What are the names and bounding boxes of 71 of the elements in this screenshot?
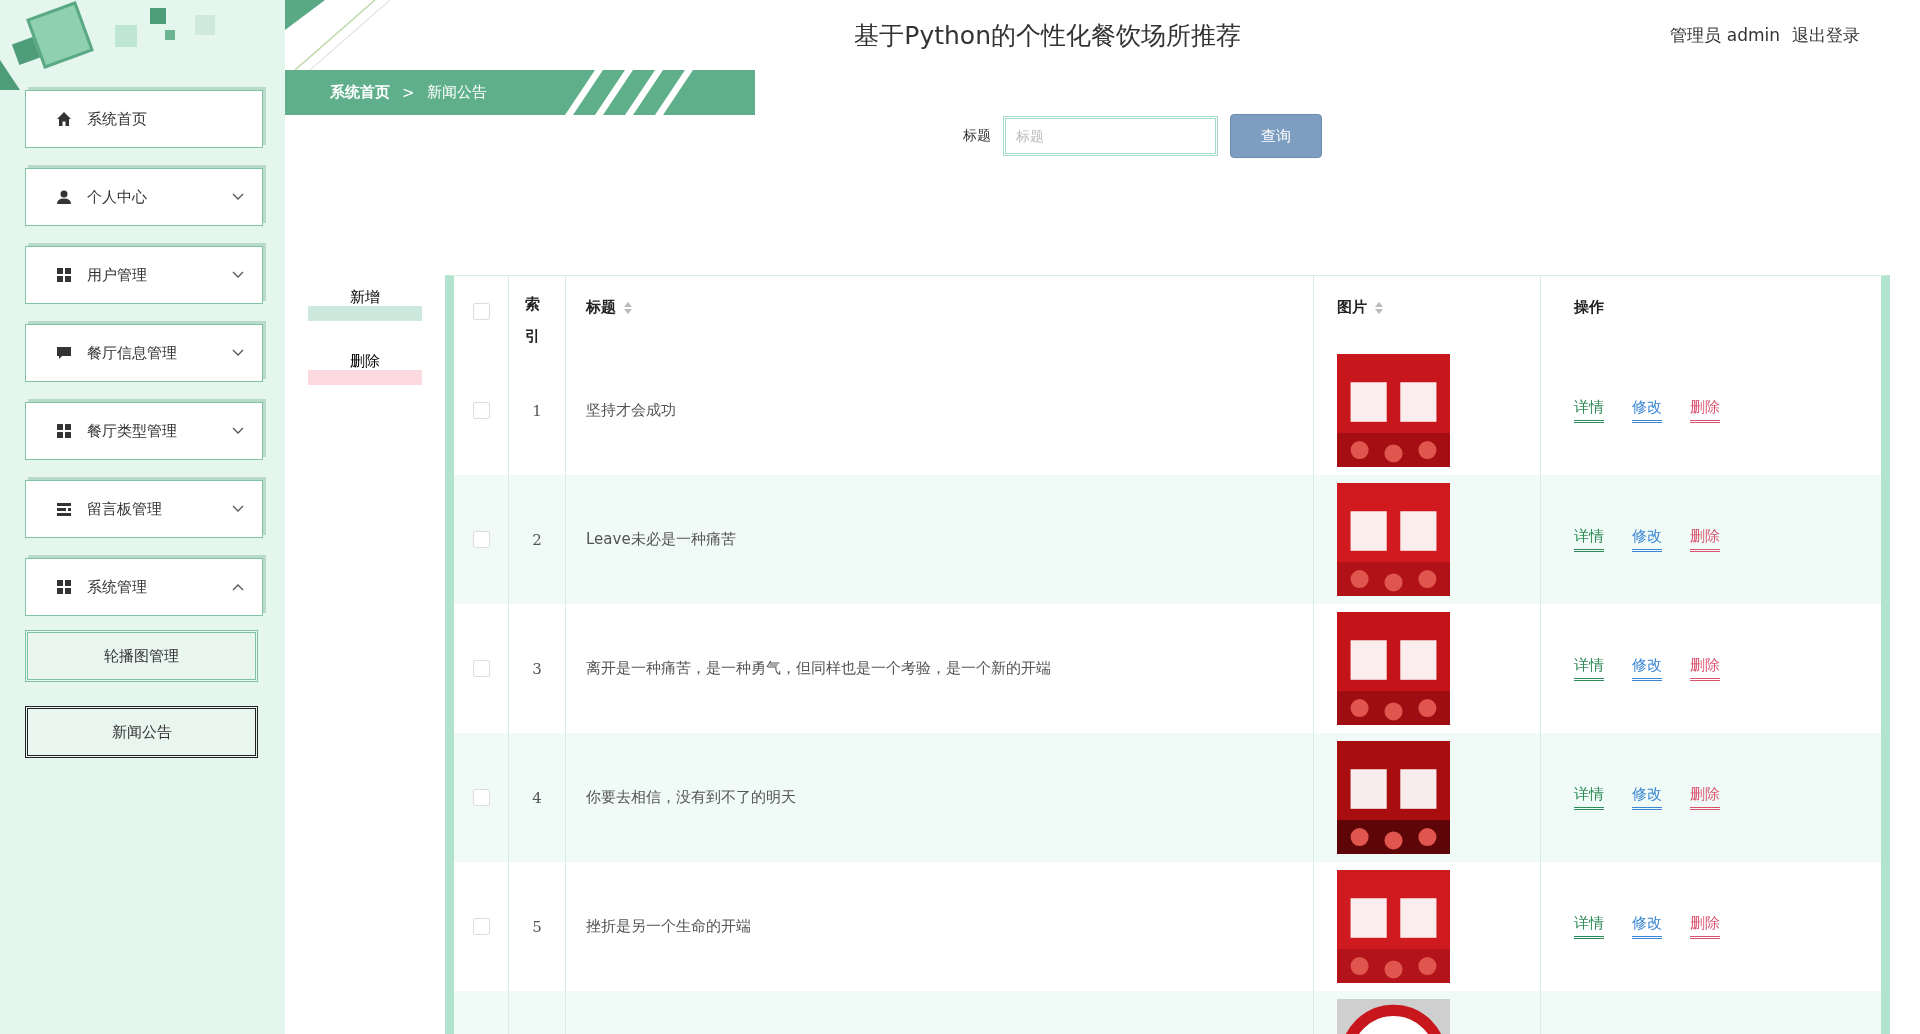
grid-icon — [56, 423, 72, 439]
index-cell: 2 — [532, 530, 542, 549]
index-cell: 5 — [532, 917, 542, 936]
menu-label: 餐厅信息管理 — [87, 343, 178, 363]
submenu-item[interactable]: 轮播图管理 — [25, 630, 258, 682]
sort-icon[interactable] — [624, 302, 632, 314]
menu-item[interactable]: 餐厅信息管理 — [25, 324, 263, 382]
action-link[interactable]: 删除 — [1690, 914, 1720, 939]
action-link[interactable]: 详情 — [1574, 914, 1604, 939]
menu-label: 用户管理 — [87, 265, 148, 285]
menu-item[interactable]: 系统首页 — [25, 90, 263, 148]
person-icon — [56, 189, 72, 205]
page-title: 基于Python的个性化餐饮场所推荐 — [853, 19, 1242, 52]
search-label: 标题 — [963, 127, 991, 145]
index-cell: 4 — [532, 788, 542, 807]
index-cell: 1 — [532, 401, 542, 420]
column-header: 标题 — [586, 298, 616, 317]
column-header: 操作 — [1574, 298, 1604, 317]
menu-label: 系统首页 — [87, 109, 148, 129]
grid-icon — [56, 267, 72, 283]
index-cell: 3 — [532, 659, 542, 678]
list-icon — [56, 501, 72, 517]
menu-label: 餐厅类型管理 — [87, 421, 178, 441]
action-link[interactable]: 详情 — [1574, 785, 1604, 810]
home-icon — [56, 111, 72, 127]
action-link[interactable]: 修改 — [1632, 914, 1662, 939]
action-link[interactable]: 修改 — [1632, 398, 1662, 423]
row-checkbox[interactable] — [472, 918, 490, 935]
title-cell: Leave未必是一种痛苦 — [586, 530, 736, 549]
menu-label: 系统管理 — [87, 577, 148, 597]
action-link[interactable]: 修改 — [1632, 656, 1662, 681]
menu-item[interactable]: 系统管理 — [25, 558, 263, 616]
user-label: 管理员 admin — [1670, 23, 1780, 47]
menu-item[interactable]: 餐厅类型管理 — [25, 402, 263, 460]
grid-icon — [56, 579, 72, 595]
menu-item[interactable]: 留言板管理 — [25, 480, 263, 538]
column-header: 索引 — [525, 294, 541, 347]
row-checkbox[interactable] — [472, 660, 490, 677]
action-link[interactable]: 详情 — [1574, 398, 1604, 423]
action-link[interactable]: 详情 — [1574, 527, 1604, 552]
chat-icon — [56, 345, 72, 361]
add-button[interactable]: 新增 — [308, 287, 422, 321]
menu-item[interactable]: 用户管理 — [25, 246, 263, 304]
search-button[interactable]: 查询 — [1230, 114, 1322, 158]
action-link[interactable]: 删除 — [1690, 656, 1720, 681]
action-link[interactable]: 详情 — [1574, 656, 1604, 681]
title-search-field[interactable]: 标题 — [1003, 116, 1218, 156]
sort-icon[interactable] — [1375, 302, 1383, 314]
breadcrumb-link[interactable]: 新闻公告 — [426, 83, 487, 102]
action-link[interactable]: 删除 — [1690, 785, 1720, 810]
breadcrumb-separator: > — [402, 83, 415, 102]
title-cell: 离开是一种痛苦，是一种勇气，但同样也是一个考验，是一个新的开端 — [586, 659, 1051, 678]
action-link[interactable]: 删除 — [1690, 398, 1720, 423]
action-link[interactable]: 修改 — [1632, 785, 1662, 810]
select-all-checkbox[interactable] — [472, 302, 490, 320]
menu-item[interactable]: 个人中心 — [25, 168, 263, 226]
action-link[interactable]: 修改 — [1632, 527, 1662, 552]
action-link[interactable]: 删除 — [1690, 527, 1720, 552]
row-checkbox[interactable] — [472, 531, 490, 548]
logout-link[interactable]: 退出登录 — [1792, 23, 1860, 47]
menu-label: 个人中心 — [87, 187, 148, 207]
title-cell: 你要去相信，没有到不了的明天 — [586, 788, 796, 807]
row-checkbox[interactable] — [472, 402, 490, 419]
title-cell: 挫折是另一个生命的开端 — [586, 917, 751, 936]
breadcrumb-link[interactable]: 系统首页 — [330, 83, 390, 102]
row-checkbox[interactable] — [472, 789, 490, 806]
delete-button[interactable]: 删除 — [308, 351, 422, 385]
submenu-item[interactable]: 新闻公告 — [25, 706, 258, 758]
title-cell: 坚持才会成功 — [586, 401, 676, 420]
column-header: 图片 — [1337, 298, 1367, 317]
menu-label: 留言板管理 — [87, 499, 163, 519]
